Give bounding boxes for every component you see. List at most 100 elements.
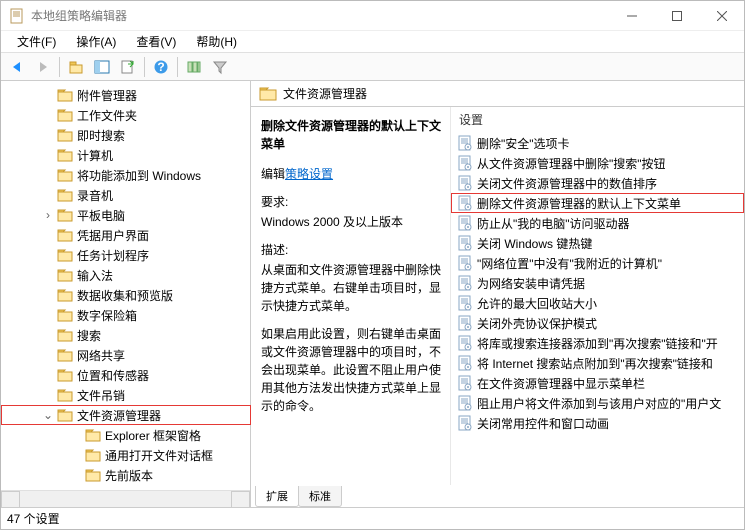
back-button[interactable] bbox=[5, 55, 29, 79]
tree-node[interactable]: 工作文件夹 bbox=[1, 105, 251, 125]
setting-item-label: 关闭常用控件和窗口动画 bbox=[477, 415, 609, 432]
tree-node[interactable]: 附件管理器 bbox=[1, 85, 251, 105]
tree-node[interactable]: Explorer 框架窗格 bbox=[1, 425, 251, 445]
app-icon bbox=[9, 8, 25, 24]
setting-item-label: 关闭文件资源管理器中的数值排序 bbox=[477, 175, 657, 192]
minimize-button[interactable] bbox=[609, 1, 654, 31]
tree-node[interactable]: 任务计划程序 bbox=[1, 245, 251, 265]
edit-prefix: 编辑 bbox=[261, 167, 285, 181]
tree-node[interactable]: 数字保险箱 bbox=[1, 305, 251, 325]
setting-item-label: 为网络安装申请凭据 bbox=[477, 275, 585, 292]
toolbar-separator bbox=[59, 57, 60, 77]
close-button[interactable] bbox=[699, 1, 744, 31]
tree-node[interactable]: 数据收集和预览版 bbox=[1, 285, 251, 305]
setting-item[interactable]: 允许的最大回收站大小 bbox=[451, 293, 744, 313]
tree-node[interactable]: 通用打开文件对话框 bbox=[1, 445, 251, 465]
toolbar-separator bbox=[144, 57, 145, 77]
tree-node[interactable]: 位置和传感器 bbox=[1, 365, 251, 385]
tree-node[interactable]: ›平板电脑 bbox=[1, 205, 251, 225]
setting-item[interactable]: 将库或搜索连接器添加到"再次搜索"链接和"开 bbox=[451, 333, 744, 353]
requirements-value: Windows 2000 及以上版本 bbox=[261, 213, 442, 231]
status-text: 47 个设置 bbox=[7, 510, 60, 527]
tree-node-label: 文件吊销 bbox=[77, 387, 125, 404]
setting-item-label: 从文件资源管理器中删除"搜索"按钮 bbox=[477, 155, 666, 172]
setting-item[interactable]: 关闭常用控件和窗口动画 bbox=[451, 413, 744, 433]
tree-node[interactable]: 将功能添加到 Windows bbox=[1, 165, 251, 185]
menu-view[interactable]: 查看(V) bbox=[126, 31, 186, 52]
content-header-title: 文件资源管理器 bbox=[283, 85, 367, 102]
description-label: 描述: bbox=[261, 241, 442, 259]
setting-item[interactable]: 关闭文件资源管理器中的数值排序 bbox=[451, 173, 744, 193]
toolbar: ? bbox=[1, 53, 744, 81]
tree-node[interactable]: 网络共享 bbox=[1, 345, 251, 365]
settings-list[interactable]: 删除"安全"选项卡从文件资源管理器中删除"搜索"按钮关闭文件资源管理器中的数值排… bbox=[451, 133, 744, 485]
tab-extended[interactable]: 扩展 bbox=[255, 486, 299, 507]
tree-expander-icon[interactable]: ⌄ bbox=[41, 408, 55, 422]
setting-item-label: "网络位置"中没有"我附近的计算机" bbox=[477, 255, 662, 272]
tree-node-selected[interactable]: ⌄ 文件资源管理器 bbox=[1, 405, 251, 425]
tab-bar: 扩展 标准 bbox=[251, 485, 744, 507]
menu-file[interactable]: 文件(F) bbox=[7, 31, 66, 52]
setting-item-label: 允许的最大回收站大小 bbox=[477, 295, 597, 312]
svg-text:?: ? bbox=[157, 60, 164, 74]
tree-node[interactable]: 凭据用户界面 bbox=[1, 225, 251, 245]
tree-node-label: 位置和传感器 bbox=[77, 367, 149, 384]
options-button[interactable] bbox=[182, 55, 206, 79]
tree-node-label: 工作文件夹 bbox=[77, 107, 137, 124]
window-controls bbox=[609, 1, 744, 31]
maximize-button[interactable] bbox=[654, 1, 699, 31]
setting-item[interactable]: 在文件资源管理器中显示菜单栏 bbox=[451, 373, 744, 393]
tree-node-label: 搜索 bbox=[77, 327, 101, 344]
tree-node-label: 数据收集和预览版 bbox=[77, 287, 173, 304]
tab-standard[interactable]: 标准 bbox=[298, 486, 342, 507]
edit-policy-row: 编辑策略设置 bbox=[261, 165, 442, 183]
tree-node-label: 文件资源管理器 bbox=[77, 407, 161, 424]
menu-help[interactable]: 帮助(H) bbox=[186, 31, 247, 52]
tree-horizontal-scrollbar[interactable] bbox=[1, 490, 250, 507]
setting-item[interactable]: 关闭外壳协议保护模式 bbox=[451, 313, 744, 333]
tree-pane[interactable]: 附件管理器工作文件夹即时搜索计算机将功能添加到 Windows 录音机›平板电脑凭… bbox=[1, 81, 251, 490]
setting-item-label: 将 Internet 搜索站点附加到"再次搜索"链接和 bbox=[477, 355, 713, 372]
content-pane: 文件资源管理器 删除文件资源管理器的默认上下文菜单 编辑策略设置 要求: Win… bbox=[251, 81, 744, 507]
tree-node[interactable]: 计算机 bbox=[1, 145, 251, 165]
setting-item-label: 删除文件资源管理器的默认上下文菜单 bbox=[477, 195, 681, 212]
forward-button[interactable] bbox=[31, 55, 55, 79]
tree-node[interactable]: 录音机 bbox=[1, 185, 251, 205]
setting-item[interactable]: 阻止用户将文件添加到与该用户对应的"用户文 bbox=[451, 393, 744, 413]
show-hide-tree-button[interactable] bbox=[90, 55, 114, 79]
tree-node[interactable]: 输入法 bbox=[1, 265, 251, 285]
tree-node-label: 输入法 bbox=[77, 267, 113, 284]
filter-button[interactable] bbox=[208, 55, 232, 79]
tree-node[interactable]: 先前版本 bbox=[1, 465, 251, 485]
setting-item[interactable]: "网络位置"中没有"我附近的计算机" bbox=[451, 253, 744, 273]
setting-item[interactable]: 从文件资源管理器中删除"搜索"按钮 bbox=[451, 153, 744, 173]
tree-node[interactable]: 文件吊销 bbox=[1, 385, 251, 405]
setting-item[interactable]: 为网络安装申请凭据 bbox=[451, 273, 744, 293]
setting-item[interactable]: 关闭 Windows 键热键 bbox=[451, 233, 744, 253]
setting-item[interactable]: 防止从"我的电脑"访问驱动器 bbox=[451, 213, 744, 233]
description-column: 删除文件资源管理器的默认上下文菜单 编辑策略设置 要求: Windows 200… bbox=[251, 107, 451, 485]
tree-node[interactable]: 即时搜索 bbox=[1, 125, 251, 145]
description-body-1: 从桌面和文件资源管理器中删除快捷方式菜单。右键单击项目时，显示快捷方式菜单。 bbox=[261, 261, 442, 315]
export-button[interactable] bbox=[116, 55, 140, 79]
titlebar: 本地组策略编辑器 bbox=[1, 1, 744, 31]
tree-node-label: 先前版本 bbox=[105, 467, 153, 484]
edit-policy-link[interactable]: 策略设置 bbox=[285, 167, 333, 181]
setting-item-label: 将库或搜索连接器添加到"再次搜索"链接和"开 bbox=[477, 335, 718, 352]
setting-item[interactable]: 将 Internet 搜索站点附加到"再次搜索"链接和 bbox=[451, 353, 744, 373]
tree-node[interactable]: 搜索 bbox=[1, 325, 251, 345]
setting-item-label: 在文件资源管理器中显示菜单栏 bbox=[477, 375, 645, 392]
menu-action[interactable]: 操作(A) bbox=[66, 31, 126, 52]
setting-item-highlighted[interactable]: 删除文件资源管理器的默认上下文菜单 bbox=[451, 193, 744, 213]
setting-item[interactable]: 删除"安全"选项卡 bbox=[451, 133, 744, 153]
selected-policy-title: 删除文件资源管理器的默认上下文菜单 bbox=[261, 117, 442, 153]
tree-pane-wrapper: 附件管理器工作文件夹即时搜索计算机将功能添加到 Windows 录音机›平板电脑凭… bbox=[1, 81, 251, 507]
tree-node-label: 计算机 bbox=[77, 147, 113, 164]
tree-expander-icon[interactable]: › bbox=[41, 208, 55, 222]
tree-node-label: 录音机 bbox=[77, 187, 113, 204]
help-button[interactable]: ? bbox=[149, 55, 173, 79]
tree-node-label: 网络共享 bbox=[77, 347, 125, 364]
up-button[interactable] bbox=[64, 55, 88, 79]
content-header: 文件资源管理器 bbox=[251, 81, 744, 106]
settings-column-header[interactable]: 设置 bbox=[451, 107, 744, 133]
